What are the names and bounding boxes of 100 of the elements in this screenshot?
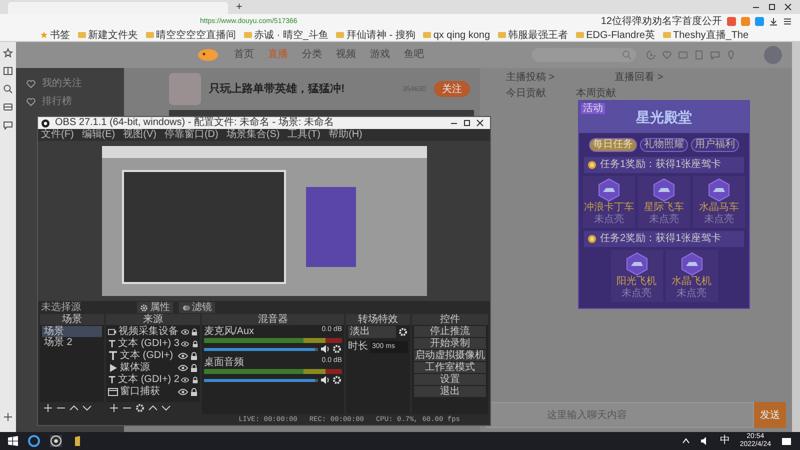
box-icon[interactable]: [3, 102, 13, 112]
menu-item[interactable]: 帮助(H): [328, 129, 362, 141]
bookmark-link[interactable]: 书签: [40, 30, 70, 40]
bookmark-link[interactable]: 赤诚 · 晴空_斗鱼: [244, 30, 328, 40]
send-button[interactable]: 发送: [754, 402, 786, 428]
settings-icon[interactable]: [135, 403, 145, 413]
popup-tab[interactable]: 用户福利: [691, 138, 739, 152]
event-badge: 活动: [581, 103, 605, 114]
popup-tab[interactable]: 礼物照耀: [640, 138, 688, 152]
browser-app-icon[interactable]: [28, 435, 40, 447]
windows-logo-icon[interactable]: [8, 436, 18, 446]
input-method[interactable]: 中: [720, 435, 730, 447]
close-icon[interactable]: [476, 119, 484, 127]
bookmark-link[interactable]: EDG-Flandre英: [576, 30, 655, 40]
menu-item[interactable]: 场景集合(S): [226, 129, 280, 141]
reward-status: 未点亮: [622, 288, 652, 300]
scene-item[interactable]: 场景 2: [42, 337, 102, 348]
dock-title: 来源: [106, 314, 200, 325]
up-icon[interactable]: [148, 403, 158, 413]
lock-icon[interactable]: [190, 352, 198, 360]
transition-select[interactable]: 淡出: [348, 326, 396, 338]
volume-slider[interactable]: [204, 348, 318, 350]
notification-icon[interactable]: [781, 436, 792, 446]
obs-app-icon[interactable]: [50, 435, 62, 447]
settings-icon[interactable]: [332, 375, 342, 385]
vehicle-icon: [652, 178, 676, 202]
source-item[interactable]: 文本 (GDI+): [120, 350, 176, 362]
source-item[interactable]: 文本 (GDI+) 2: [118, 374, 180, 386]
vehicle-icon: [707, 178, 731, 202]
speaker-icon[interactable]: [320, 375, 330, 385]
reward-status: 未点亮: [676, 288, 706, 300]
eye-icon[interactable]: [181, 376, 190, 384]
settings-icon[interactable]: [332, 344, 342, 354]
star-icon[interactable]: [3, 48, 13, 58]
menu-item[interactable]: 文件(F): [41, 129, 74, 141]
eye-icon[interactable]: [178, 388, 188, 396]
reading-icon[interactable]: [3, 66, 13, 76]
follow-button[interactable]: 关注: [434, 81, 470, 97]
volume-slider[interactable]: [204, 378, 318, 382]
text-icon: [108, 351, 118, 361]
close-icon[interactable]: [784, 3, 792, 11]
settings-icon[interactable]: [398, 327, 408, 337]
lock-icon[interactable]: [190, 364, 198, 372]
source-button[interactable]: 属性: [137, 302, 173, 313]
source-item[interactable]: 视频采集设备: [118, 326, 179, 338]
control-button[interactable]: 停止推流: [414, 326, 486, 337]
chat-icon[interactable]: [3, 120, 13, 130]
add-icon[interactable]: [3, 412, 13, 422]
control-button[interactable]: 开始录制: [414, 338, 486, 349]
search-icon[interactable]: [3, 84, 13, 94]
source-item[interactable]: 窗口捕获: [120, 386, 176, 398]
bookmark-link[interactable]: 韩服最强王者: [498, 30, 568, 40]
speaker-icon[interactable]: [320, 344, 330, 354]
eye-icon[interactable]: [178, 364, 188, 372]
medal-icon: [587, 234, 597, 244]
new-tab-button[interactable]: +: [236, 1, 242, 13]
control-button[interactable]: 退出: [414, 386, 486, 397]
lock-icon[interactable]: [192, 340, 198, 348]
control-button[interactable]: 启动虚拟摄像机: [414, 350, 486, 361]
menu-item[interactable]: 工具(T): [288, 129, 320, 141]
menu-item[interactable]: 编辑(E): [82, 129, 116, 141]
reward-status: 未点亮: [704, 214, 734, 226]
menu-icon[interactable]: [783, 17, 792, 26]
down-icon[interactable]: [82, 403, 92, 413]
text-icon: [108, 375, 116, 385]
source-item[interactable]: 媒体源: [120, 362, 176, 374]
up-icon[interactable]: [69, 403, 79, 413]
maximize-icon[interactable]: [768, 3, 776, 11]
folder-icon: [498, 31, 506, 39]
eye-icon[interactable]: [180, 328, 190, 336]
menu-item[interactable]: 停靠窗口(D): [164, 129, 218, 141]
control-button[interactable]: 设置: [414, 374, 486, 385]
bookmark-link[interactable]: 晴空空空空直播间: [146, 30, 236, 40]
bookmark-link[interactable]: 拜仙请神 - 搜狗: [336, 30, 416, 40]
event-title: 星光殿堂: [636, 109, 692, 125]
bookmark-link[interactable]: 新建文件夹: [78, 30, 138, 40]
reward-name: 水晶飞机: [672, 276, 712, 288]
source-item[interactable]: 文本 (GDI+) 3: [118, 338, 180, 350]
eye-icon[interactable]: [178, 352, 188, 360]
lock-icon[interactable]: [191, 328, 198, 336]
search-field[interactable]: [532, 48, 636, 62]
lock-icon[interactable]: [190, 388, 198, 396]
caret-icon[interactable]: [682, 437, 690, 445]
bookmark-link[interactable]: Theshy直播_The: [662, 30, 749, 40]
control-button[interactable]: 工作室模式: [414, 362, 486, 373]
maximize-icon[interactable]: [463, 119, 471, 127]
search-suggestion[interactable]: 12位得弹劝劝名字首度公开: [600, 16, 722, 28]
menu-item[interactable]: 视图(V): [123, 129, 156, 141]
task-banner: 任务1奖励：获得1张座驾卡: [584, 157, 744, 173]
scene-item[interactable]: 场景: [42, 326, 102, 337]
eye-icon[interactable]: [181, 340, 190, 348]
window-title: OBS 27.1.1 (64-bit, windows) - 配置文件: 未命名 - 场景: 未命名: [55, 117, 334, 128]
download-icon[interactable]: [769, 17, 778, 26]
scrollbar[interactable]: [792, 42, 800, 432]
reward-status: 未点亮: [649, 214, 679, 226]
lock-icon[interactable]: [192, 376, 198, 384]
source-button[interactable]: 滤镜: [179, 302, 215, 313]
down-icon[interactable]: [161, 403, 171, 413]
bookmark-link[interactable]: qx qing kong: [423, 30, 490, 40]
camera-icon: [108, 327, 117, 337]
